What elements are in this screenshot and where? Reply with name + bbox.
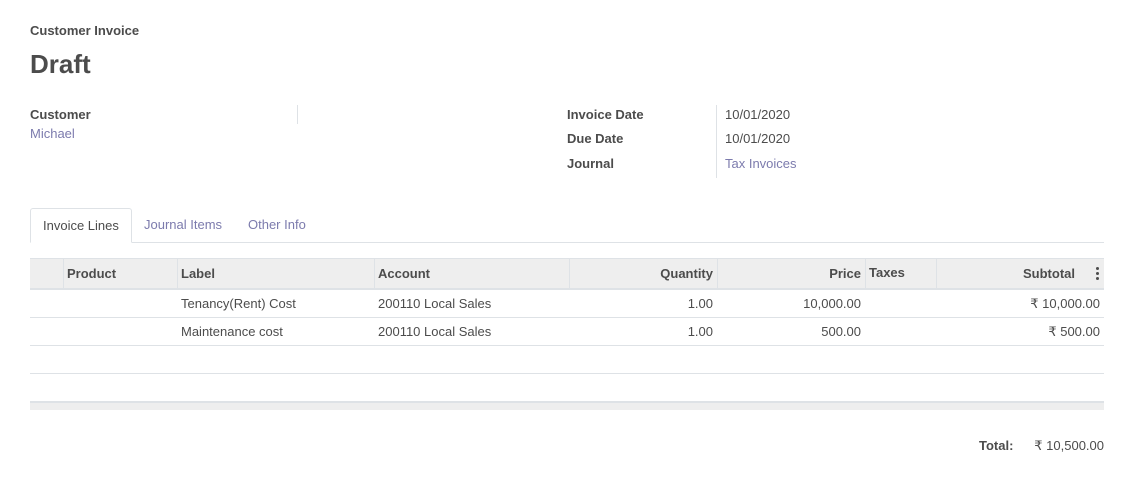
table-header: Product Label Account Quantity Price Tax… — [30, 258, 1104, 290]
document-type: Customer Invoice — [30, 23, 140, 38]
column-header-product[interactable]: Product — [63, 259, 177, 288]
row-account[interactable]: 200110 Local Sales — [374, 290, 569, 317]
invoice-state-title: Draft — [30, 49, 91, 79]
column-header-taxes[interactable]: Taxes — [865, 259, 936, 288]
row-label[interactable]: Maintenance cost — [177, 318, 374, 345]
due-date-field[interactable]: 10/01/2020 — [725, 131, 790, 146]
total-label: Total: — [979, 438, 1014, 453]
column-header-subtotal[interactable]: Subtotal — [936, 259, 1104, 288]
tab-journal-items[interactable]: Journal Items — [132, 208, 234, 241]
row-quantity[interactable]: 1.00 — [569, 290, 717, 317]
row-quantity[interactable]: 1.00 — [569, 318, 717, 345]
invoice-date-field[interactable]: 10/01/2020 — [725, 107, 790, 122]
empty-row[interactable] — [30, 346, 1104, 374]
empty-row[interactable] — [30, 374, 1104, 402]
customer-divider — [297, 105, 298, 124]
row-account[interactable]: 200110 Local Sales — [374, 318, 569, 345]
row-product[interactable] — [63, 318, 177, 345]
invoice-date-label: Invoice Date — [567, 107, 644, 122]
due-date-label: Due Date — [567, 131, 624, 146]
row-product[interactable] — [63, 290, 177, 317]
column-header-quantity[interactable]: Quantity — [569, 259, 717, 288]
customer-link[interactable]: Michael — [30, 126, 75, 141]
column-header-label[interactable]: Label — [177, 259, 374, 288]
column-header-price[interactable]: Price — [717, 259, 865, 288]
total-amount: ₹ 10,500.00 — [1034, 438, 1104, 453]
row-taxes[interactable] — [865, 318, 936, 345]
tab-other-info[interactable]: Other Info — [236, 208, 318, 241]
row-taxes[interactable] — [865, 290, 936, 317]
row-price[interactable]: 500.00 — [717, 318, 865, 345]
row-price[interactable]: 10,000.00 — [717, 290, 865, 317]
row-label[interactable]: Tenancy(Rent) Cost — [177, 290, 374, 317]
table-row[interactable]: Tenancy(Rent) Cost 200110 Local Sales 1.… — [30, 290, 1104, 318]
row-subtotal: ₹ 500.00 — [1048, 324, 1100, 339]
tab-invoice-lines[interactable]: Invoice Lines — [30, 208, 132, 243]
kebab-vertical-icon[interactable] — [1096, 267, 1100, 280]
fields-divider — [716, 105, 717, 178]
notebook-tabs: Invoice Lines Journal Items Other Info — [30, 208, 1104, 243]
invoice-lines-table: Product Label Account Quantity Price Tax… — [30, 258, 1104, 410]
journal-label: Journal — [567, 156, 614, 171]
customer-label: Customer — [30, 107, 91, 122]
row-subtotal: ₹ 10,000.00 — [1030, 296, 1100, 311]
table-row[interactable]: Maintenance cost 200110 Local Sales 1.00… — [30, 318, 1104, 346]
table-footer — [30, 402, 1104, 410]
journal-link[interactable]: Tax Invoices — [725, 156, 797, 171]
column-header-account[interactable]: Account — [374, 259, 569, 288]
